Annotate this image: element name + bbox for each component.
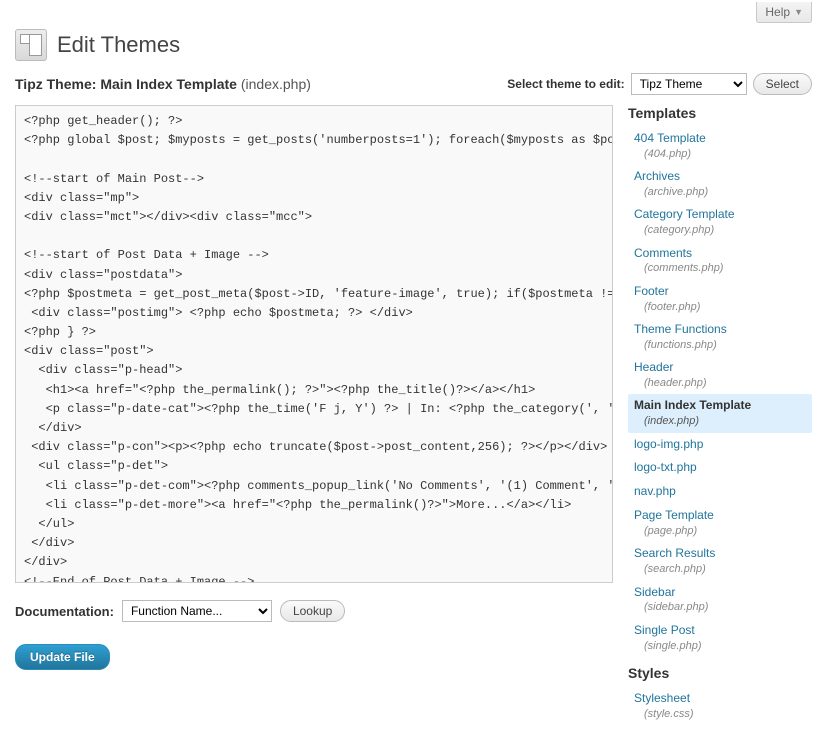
template-filename: (category.php) bbox=[634, 223, 806, 237]
template-link[interactable]: Header bbox=[634, 360, 673, 374]
template-item[interactable]: Category Template (category.php) bbox=[628, 203, 812, 241]
templates-heading: Templates bbox=[628, 105, 812, 121]
template-item[interactable]: Sidebar(sidebar.php) bbox=[628, 581, 812, 619]
styles-heading: Styles bbox=[628, 665, 812, 681]
code-editor[interactable] bbox=[15, 105, 613, 583]
template-item[interactable]: Footer (footer.php) bbox=[628, 280, 812, 318]
template-item[interactable]: nav.php bbox=[628, 480, 812, 504]
style-filename: (style.css) bbox=[634, 707, 806, 721]
current-template: Main Index Template bbox=[100, 76, 237, 92]
template-link[interactable]: Single Post bbox=[634, 623, 695, 637]
template-link[interactable]: Search Results bbox=[634, 546, 715, 560]
template-link[interactable]: nav.php bbox=[634, 484, 676, 498]
template-link[interactable]: logo-txt.php bbox=[634, 460, 697, 474]
file-info: Tipz Theme: Main Index Template (index.p… bbox=[15, 76, 311, 92]
styles-list: Stylesheet (style.css) bbox=[628, 687, 812, 725]
page-title: Edit Themes bbox=[57, 32, 180, 58]
template-filename: (404.php) bbox=[634, 147, 806, 161]
theme-select[interactable]: Tipz Theme bbox=[631, 73, 747, 95]
template-item[interactable]: Comments(comments.php) bbox=[628, 242, 812, 280]
template-item[interactable]: logo-txt.php bbox=[628, 456, 812, 480]
help-button[interactable]: Help ▼ bbox=[756, 2, 812, 23]
templates-list: 404 Template (404.php) Archives (archive.ph… bbox=[628, 127, 812, 657]
template-item[interactable]: Archives (archive.php) bbox=[628, 165, 812, 203]
template-filename: (archive.php) bbox=[634, 185, 806, 199]
style-link[interactable]: Stylesheet bbox=[634, 691, 690, 705]
template-link[interactable]: Category Template bbox=[634, 207, 735, 221]
chevron-down-icon: ▼ bbox=[794, 7, 803, 17]
template-link[interactable]: Theme Functions bbox=[634, 322, 727, 336]
template-item[interactable]: Header (header.php) bbox=[628, 356, 812, 394]
template-link[interactable]: Page Template bbox=[634, 508, 714, 522]
lookup-button[interactable]: Lookup bbox=[280, 600, 345, 622]
template-link[interactable]: Main Index Template bbox=[634, 398, 751, 412]
current-filename: (index.php) bbox=[241, 76, 311, 92]
select-theme-label: Select theme to edit: bbox=[507, 77, 624, 91]
update-file-button[interactable]: Update File bbox=[15, 644, 110, 670]
documentation-select[interactable]: Function Name... bbox=[122, 600, 272, 622]
template-item[interactable]: Page Template (page.php) bbox=[628, 504, 812, 542]
template-item[interactable]: Single Post (single.php) bbox=[628, 619, 812, 657]
select-button[interactable]: Select bbox=[753, 73, 812, 95]
template-item[interactable]: Theme Functions (functions.php) bbox=[628, 318, 812, 356]
template-filename: (footer.php) bbox=[634, 300, 806, 314]
style-item[interactable]: Stylesheet (style.css) bbox=[628, 687, 812, 725]
template-item[interactable]: Main Index Template (index.php) bbox=[628, 394, 812, 432]
template-link[interactable]: Footer bbox=[634, 284, 669, 298]
template-link[interactable]: Comments bbox=[634, 246, 692, 260]
template-item[interactable]: logo-img.php bbox=[628, 433, 812, 457]
template-link[interactable]: Sidebar bbox=[634, 585, 675, 599]
template-filename: (page.php) bbox=[634, 524, 806, 538]
documentation-label: Documentation: bbox=[15, 604, 114, 619]
template-filename: (single.php) bbox=[634, 639, 806, 653]
template-link[interactable]: logo-img.php bbox=[634, 437, 703, 451]
template-filename: (search.php) bbox=[634, 562, 806, 576]
template-filename: (functions.php) bbox=[634, 338, 806, 352]
template-link[interactable]: Archives bbox=[634, 169, 680, 183]
template-filename: (comments.php) bbox=[634, 261, 806, 275]
template-filename: (header.php) bbox=[634, 376, 806, 390]
template-filename: (sidebar.php) bbox=[634, 600, 806, 614]
template-link[interactable]: 404 Template bbox=[634, 131, 706, 145]
help-label: Help bbox=[765, 5, 790, 19]
template-item[interactable]: Search Results (search.php) bbox=[628, 542, 812, 580]
theme-name: Tipz Theme: bbox=[15, 76, 96, 92]
template-item[interactable]: 404 Template (404.php) bbox=[628, 127, 812, 165]
template-filename: (index.php) bbox=[634, 414, 806, 428]
themes-icon bbox=[15, 29, 47, 61]
